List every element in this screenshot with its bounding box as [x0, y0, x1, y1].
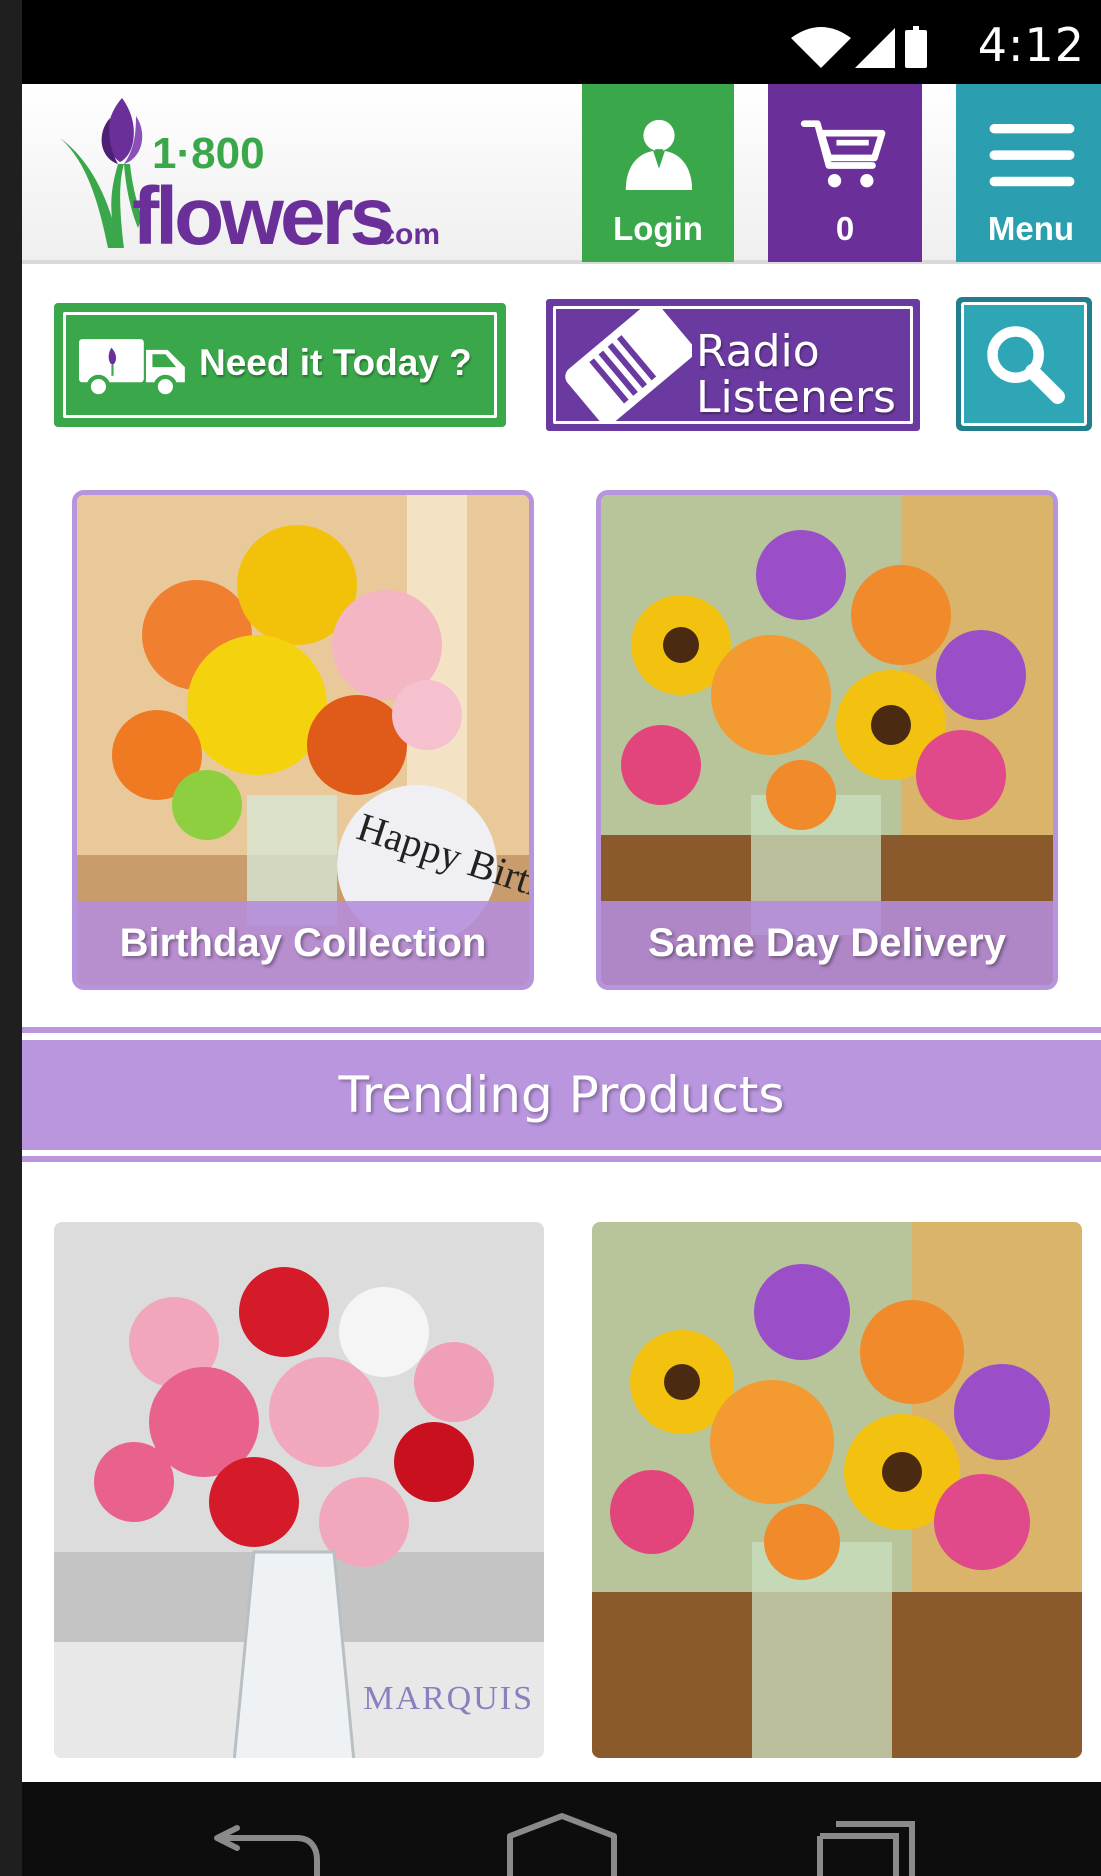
search-button[interactable] — [956, 297, 1092, 431]
login-button[interactable]: Login — [582, 84, 734, 262]
recent-apps-icon[interactable] — [812, 1812, 932, 1876]
search-icon — [987, 326, 1065, 404]
battery-icon — [905, 26, 927, 68]
site-header: 1·800 flowers .com Login 0 Menu — [22, 84, 1101, 264]
home-icon[interactable] — [502, 1812, 622, 1876]
cart-count: 0 — [835, 210, 855, 247]
category-tile-birthday[interactable]: Happy Birthday Birthday Collection — [72, 490, 534, 990]
cart-icon — [800, 120, 886, 188]
user-icon — [625, 119, 693, 191]
device-bezel — [0, 0, 22, 1876]
need-it-today-label: Need it Today ? — [199, 342, 472, 383]
back-icon[interactable] — [207, 1812, 327, 1876]
menu-label: Menu — [987, 210, 1075, 247]
login-label: Login — [613, 210, 703, 247]
product-tile[interactable] — [592, 1222, 1082, 1758]
divider — [22, 1027, 1101, 1033]
sunflower-bouquet-image — [592, 1222, 1082, 1758]
product-tile[interactable]: MARQUIS — [54, 1222, 544, 1758]
button-border: Radio Listeners — [553, 306, 913, 424]
button-border — [961, 302, 1087, 426]
category-label: Birthday Collection — [77, 901, 529, 985]
product-brand: MARQUIS — [363, 1680, 534, 1717]
status-icons — [791, 26, 927, 68]
wifi-icon — [791, 27, 851, 68]
trending-products-heading: Trending Products — [22, 1040, 1101, 1150]
logo-suffix: .com — [370, 218, 440, 251]
status-bar: 4:12 — [22, 0, 1101, 84]
brand-logo[interactable]: 1·800 flowers .com — [52, 88, 472, 258]
radio-text: Radio Listeners — [696, 329, 896, 421]
need-it-today-button[interactable]: Need it Today ? — [54, 303, 506, 427]
system-nav-bar — [22, 1782, 1101, 1876]
divider — [22, 1156, 1101, 1162]
lily-rose-bouquet-image — [54, 1222, 544, 1758]
category-label: Same Day Delivery — [601, 901, 1053, 985]
status-time: 4:12 — [977, 18, 1085, 72]
category-tile-same-day[interactable]: Same Day Delivery — [596, 490, 1058, 990]
menu-button[interactable]: Menu — [956, 84, 1101, 262]
cart-button[interactable]: 0 — [768, 84, 922, 262]
coupon-tag-icon — [565, 309, 692, 421]
phone-screen: 4:12 1·800 flowers .com Login 0 Menu Nee… — [22, 0, 1101, 1876]
radio-line2: Listeners — [696, 372, 896, 423]
radio-line1: Radio — [696, 326, 820, 377]
radio-listeners-button[interactable]: Radio Listeners — [546, 299, 920, 431]
hamburger-icon — [989, 124, 1075, 187]
logo-word: flowers — [132, 171, 392, 258]
delivery-truck-icon — [79, 339, 185, 398]
signal-icon — [855, 28, 895, 68]
